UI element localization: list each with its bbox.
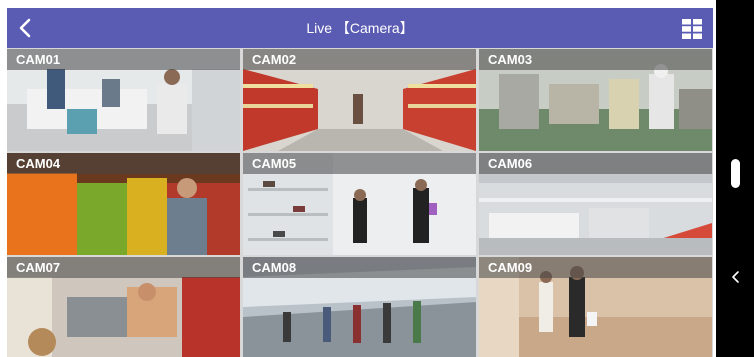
- camera-label: CAM05: [252, 156, 297, 171]
- grid-layout-icon[interactable]: [682, 19, 702, 39]
- page-title: Live 【Camera】: [306, 20, 414, 36]
- camera-tile-cam07[interactable]: CAM07: [7, 257, 240, 357]
- camera-tile-cam02[interactable]: CAM02: [243, 49, 476, 151]
- camera-label: CAM06: [488, 156, 533, 171]
- top-bar: Live 【Camera】: [7, 8, 713, 48]
- camera-tile-cam08[interactable]: CAM08: [243, 257, 476, 357]
- camera-label: CAM07: [16, 260, 61, 275]
- chevron-left-icon[interactable]: [730, 270, 742, 284]
- camera-label: CAM02: [252, 52, 297, 67]
- camera-label: CAM09: [488, 260, 533, 275]
- camera-label: CAM04: [16, 156, 61, 171]
- camera-label: CAM03: [488, 52, 533, 67]
- camera-tile-cam06[interactable]: CAM06: [479, 153, 712, 255]
- camera-label: CAM01: [16, 52, 61, 67]
- live-view-screen: Live 【Camera】 CAM01 CAM02 CAM03 CAM04 CA…: [7, 8, 713, 357]
- scroll-handle[interactable]: [731, 159, 740, 188]
- camera-tile-cam05[interactable]: CAM05: [243, 153, 476, 255]
- camera-label: CAM08: [252, 260, 297, 275]
- camera-tile-cam09[interactable]: CAM09: [479, 257, 712, 357]
- camera-tile-cam04[interactable]: CAM04: [7, 153, 240, 255]
- camera-tile-cam03[interactable]: CAM03: [479, 49, 712, 151]
- camera-grid: CAM01 CAM02 CAM03 CAM04 CAM05 CAM06 CAM0…: [7, 49, 713, 357]
- camera-tile-cam01[interactable]: CAM01: [7, 49, 240, 151]
